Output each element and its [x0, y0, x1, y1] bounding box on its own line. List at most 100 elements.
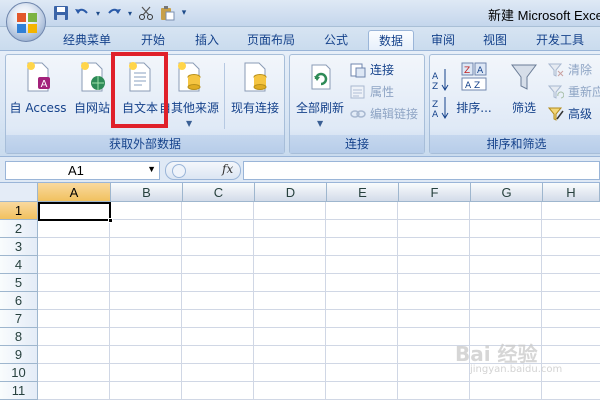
tab-home[interactable]: 开始: [128, 30, 178, 52]
formula-bar: A1 ▼ fx: [0, 157, 600, 183]
group-label-get-external-data: 获取外部数据: [6, 135, 284, 153]
chevron-down-icon: ▼: [317, 119, 324, 128]
existing-connections-button[interactable]: 现有连接: [226, 59, 284, 129]
redo-icon[interactable]: [105, 4, 123, 22]
watermark-logo: Bai 经验: [455, 342, 538, 366]
active-cell[interactable]: [38, 202, 113, 223]
refresh-all-label: 全部刷新: [295, 101, 344, 115]
title-bar: ▾ ▾ ▾ 新建 Microsoft Excel: [0, 0, 600, 27]
window-title: 新建 Microsoft Excel: [488, 8, 600, 23]
clear-button[interactable]: 清除: [548, 61, 592, 79]
row-header-8[interactable]: 8: [0, 328, 38, 346]
sort-ascending-icon: A Z Z A: [432, 69, 449, 120]
reapply-icon: [548, 85, 564, 99]
filter-label: 筛选: [511, 101, 536, 115]
properties-button[interactable]: 属性: [350, 83, 394, 101]
connections-label: 连接: [370, 63, 395, 77]
cut-icon[interactable]: [137, 4, 155, 22]
reapply-button[interactable]: 重新应: [548, 83, 600, 101]
database-icon: [178, 62, 201, 92]
column-header-d[interactable]: D: [255, 183, 327, 202]
svg-text:A: A: [432, 72, 439, 82]
row-header-10[interactable]: 10: [0, 364, 38, 382]
advanced-label: 高级: [568, 107, 593, 121]
paste-icon[interactable]: [158, 4, 176, 22]
column-header-f[interactable]: F: [399, 183, 471, 202]
refresh-icon: [311, 64, 331, 90]
tab-review[interactable]: 审阅: [420, 30, 466, 52]
funnel-icon: [511, 64, 537, 90]
chevron-down-icon[interactable]: ▼: [147, 164, 156, 174]
column-header-g[interactable]: G: [471, 183, 543, 202]
column-header-a[interactable]: A: [38, 183, 111, 202]
clear-label: 清除: [568, 63, 593, 77]
group-label-connections: 连接: [290, 135, 424, 153]
row-header-7[interactable]: 7: [0, 310, 38, 328]
tab-data[interactable]: 数据: [368, 30, 414, 52]
tab-developer[interactable]: 开发工具: [528, 30, 592, 52]
web-icon: [81, 62, 105, 92]
svg-text:Z: Z: [432, 100, 438, 110]
connections-icon: [350, 63, 366, 78]
row-header-3[interactable]: 3: [0, 238, 38, 256]
formula-controls: fx: [165, 161, 241, 180]
tab-insert[interactable]: 插入: [184, 30, 230, 52]
from-access-label: 自 Access: [9, 101, 67, 115]
expand-icon[interactable]: [172, 164, 186, 178]
edit-links-button[interactable]: 编辑链接: [350, 105, 418, 123]
advanced-filter-icon: [548, 107, 564, 121]
column-header-b[interactable]: B: [111, 183, 183, 202]
group-label-sort-filter: 排序和筛选: [430, 135, 600, 153]
chevron-down-icon: ▼: [186, 119, 193, 128]
sort-az-button[interactable]: A Z Z A: [430, 65, 454, 120]
svg-text:A: A: [432, 110, 439, 119]
filter-button[interactable]: 筛选: [502, 59, 546, 129]
edit-links-label: 编辑链接: [370, 107, 419, 121]
existing-connections-icon: [244, 62, 267, 92]
connections-button[interactable]: 连接: [350, 61, 394, 79]
sort-button[interactable]: Z A A Z 排序...: [454, 59, 494, 129]
office-button[interactable]: [6, 2, 46, 42]
advanced-button[interactable]: 高级: [548, 105, 592, 123]
row-header-9[interactable]: 9: [0, 346, 38, 364]
office-logo-icon: [17, 13, 37, 33]
properties-label: 属性: [370, 85, 395, 99]
name-box[interactable]: A1 ▼: [5, 161, 160, 180]
from-access-button[interactable]: A 自 Access: [8, 59, 68, 129]
properties-icon: [350, 85, 365, 99]
redo-dropdown-icon[interactable]: ▾: [126, 4, 134, 22]
row-header-5[interactable]: 5: [0, 274, 38, 292]
sort-label: 排序...: [456, 101, 492, 115]
fill-handle[interactable]: [108, 218, 113, 223]
link-icon: [350, 110, 366, 118]
row-header-4[interactable]: 4: [0, 256, 38, 274]
tab-page-layout[interactable]: 页面布局: [240, 30, 302, 52]
svg-text:A: A: [41, 79, 48, 90]
column-header-h[interactable]: H: [543, 183, 600, 202]
refresh-all-button[interactable]: 全部刷新 ▼: [292, 59, 348, 129]
tab-formulas[interactable]: 公式: [313, 30, 359, 52]
customize-icon[interactable]: ▾: [179, 4, 189, 22]
insert-function-button[interactable]: fx: [222, 162, 233, 176]
undo-icon[interactable]: [73, 4, 91, 22]
tab-view[interactable]: 视图: [472, 30, 518, 52]
highlight-box: [111, 52, 168, 128]
column-header-e[interactable]: E: [327, 183, 399, 202]
existing-connections-label: 现有连接: [230, 101, 279, 115]
name-box-value: A1: [68, 163, 84, 178]
row-header-2[interactable]: 2: [0, 220, 38, 238]
row-header-6[interactable]: 6: [0, 292, 38, 310]
watermark-url: jingyan.baidu.com: [470, 364, 563, 375]
column-header-c[interactable]: C: [183, 183, 255, 202]
formula-input[interactable]: [243, 161, 600, 180]
row-header-11[interactable]: 11: [0, 382, 38, 400]
undo-dropdown-icon[interactable]: ▾: [94, 4, 102, 22]
group-sort-filter: A Z Z A Z A A Z 排序... 筛选 清除 重新应 高级 排序和筛选: [429, 54, 600, 154]
svg-text:Z: Z: [432, 82, 438, 92]
ribbon: A 自 Access 自网站 自文本 自其他来源 ▼ 现有连接 获取外部数据 全…: [0, 50, 600, 157]
select-all-corner[interactable]: [0, 183, 38, 202]
tab-classic-menu[interactable]: 经典菜单: [54, 30, 120, 52]
reapply-label: 重新应: [568, 85, 600, 99]
save-icon[interactable]: [52, 4, 70, 22]
row-header-1[interactable]: 1: [0, 202, 38, 220]
